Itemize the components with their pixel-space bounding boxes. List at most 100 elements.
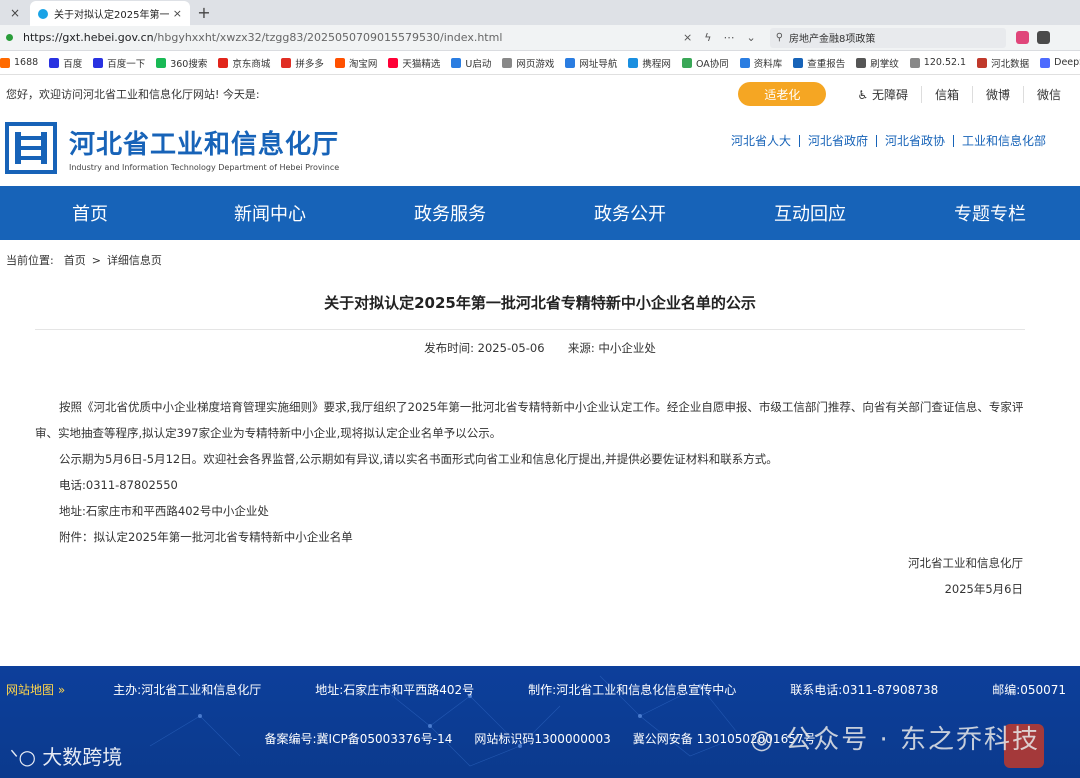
bookmark-item[interactable]: 刷掌纹	[856, 56, 899, 70]
watermark-right: ◎ 公众号 · 东之乔科技	[750, 719, 1040, 756]
tab-title: 关于对拟认定2025年第一批河	[54, 10, 169, 21]
footer-phone: 联系电话:0311-87908738	[790, 682, 939, 697]
bookmark-icon	[281, 57, 292, 68]
bookmark-label: DeepSe	[1054, 57, 1080, 68]
chevron-down-icon[interactable]: ⌄	[746, 31, 755, 44]
watermark-right-text: 公众号 · 东之乔科技	[785, 725, 1040, 755]
bookmark-item[interactable]: 百度	[49, 56, 82, 70]
bookmark-item[interactable]: 1688	[0, 57, 38, 68]
bookmark-item[interactable]: 拼多多	[281, 56, 324, 70]
site-topbar: 您好，欢迎访问河北省工业和信息化厅网站! 今天是: 适老化 ♿ 无障碍 信箱 微…	[0, 75, 1080, 113]
breadcrumb: 当前位置: 首页 > 详细信息页	[0, 240, 1080, 280]
sitemap-link[interactable]: 网站地图 »	[6, 681, 65, 698]
bookmark-icon	[681, 57, 692, 68]
bookmark-label: 刷掌纹	[870, 58, 899, 70]
site-name: 河北省工业和信息化厅	[69, 130, 340, 160]
nav-news[interactable]: 新闻中心	[180, 200, 360, 226]
address-actions: ⨯ ϟ ⋯ ⌄	[683, 31, 756, 44]
bookmark-item[interactable]: 查重报告	[793, 56, 845, 70]
bookmark-item[interactable]: 资料库	[739, 56, 783, 70]
footer-sponsor: 主办:河北省工业和信息化厅	[113, 682, 262, 697]
article-meta: 发布时间: 2025-05-06 来源: 中小企业处	[0, 340, 1080, 356]
mailbox-link[interactable]: 信箱	[920, 85, 972, 103]
bookmark-item[interactable]: 天猫精选	[388, 56, 440, 70]
more-icon[interactable]: ⋯	[723, 31, 734, 44]
bookmark-item[interactable]: U启动	[451, 56, 491, 70]
breadcrumb-home[interactable]: 首页	[64, 252, 86, 268]
browser-tabbar: × 关于对拟认定2025年第一批河 × +	[0, 0, 1080, 26]
bookmark-item[interactable]: 淘宝网	[334, 56, 377, 70]
contact-address: 地址:石家庄市和平西路402号中小企业处	[59, 504, 269, 518]
watermark-logo-icon: ᐠ○	[10, 745, 43, 769]
bookmark-item[interactable]: 河北数据	[977, 56, 1029, 70]
accessibility-link[interactable]: ♿ 无障碍	[844, 86, 921, 103]
partner-link[interactable]: 河北省人大	[723, 135, 799, 147]
url-path: /hbgyhxxht/xwzx32/tzgg83/202505070901557…	[153, 31, 503, 44]
extension-icons	[1015, 31, 1050, 44]
bookmark-icon	[856, 57, 867, 68]
weibo-link[interactable]: 微博	[971, 85, 1023, 103]
watermark-left-text: 大数跨境	[42, 745, 123, 769]
partner-links: 河北省人大 河北省政府 河北省政协 工业和信息化部	[723, 135, 1054, 147]
bookmark-label: 京东商城	[232, 58, 271, 70]
site-footer: 网站地图 » 主办:河北省工业和信息化厅 地址:石家庄市和平西路402号 制作:…	[0, 666, 1080, 778]
extension-icon[interactable]	[1036, 31, 1050, 44]
secure-icon	[6, 34, 13, 41]
bookmark-item[interactable]: DeepSe	[1040, 57, 1080, 68]
source-value: 中小企业处	[598, 341, 656, 355]
publish-label: 发布时间:	[424, 341, 475, 355]
breadcrumb-label: 当前位置:	[6, 254, 54, 267]
watermark-left: ᐠ○ 大数跨境	[10, 741, 122, 770]
bookmark-icon	[49, 57, 60, 68]
bookmark-icon	[977, 57, 988, 68]
breadcrumb-separator: >	[91, 253, 101, 267]
partner-link[interactable]: 河北省政协	[875, 135, 953, 147]
bookmark-item[interactable]: 携程网	[628, 56, 671, 70]
bookmark-item[interactable]: 120.52.1	[909, 57, 966, 68]
wechat-link[interactable]: 微信	[1022, 85, 1074, 103]
search-text: 房地产金融8项政策	[789, 34, 876, 45]
address-bar: https://gxt.hebei.gov.cn/hbgyhxxht/xwzx3…	[0, 25, 1080, 51]
bookmark-label: 拼多多	[295, 58, 324, 70]
bookmark-label: 资料库	[753, 58, 783, 70]
url-field[interactable]: https://gxt.hebei.gov.cn/hbgyhxxht/xwzx3…	[23, 31, 683, 44]
bookmark-item[interactable]: 网页游戏	[502, 56, 554, 70]
footer-icp[interactable]: 备案编号:冀ICP备05003376号-14	[265, 730, 453, 747]
bookmark-icon	[1040, 57, 1051, 68]
lightning-icon[interactable]: ϟ	[704, 31, 711, 44]
browser-tab-active[interactable]: 关于对拟认定2025年第一批河 ×	[30, 1, 190, 26]
nav-disclosure[interactable]: 政务公开	[540, 200, 720, 226]
bookmark-item[interactable]: 京东商城	[218, 56, 270, 70]
footer-row: 网站地图 » 主办:河北省工业和信息化厅 地址:石家庄市和平西路402号 制作:…	[0, 666, 1080, 712]
extension-icon[interactable]	[1015, 31, 1029, 44]
site-header: 河北省工业和信息化厅 Industry and Information Tech…	[0, 113, 1080, 183]
nav-home[interactable]: 首页	[0, 200, 180, 226]
elder-mode-button[interactable]: 适老化	[738, 82, 827, 106]
bookmark-item[interactable]: OA协同	[681, 56, 729, 70]
partner-link[interactable]: 河北省政府	[798, 135, 876, 147]
close-tab-icon[interactable]: ×	[173, 7, 182, 20]
bookmark-label: 1688	[14, 57, 39, 68]
bookmark-item[interactable]: 百度一下	[93, 56, 145, 70]
new-tab-button[interactable]: +	[190, 3, 218, 22]
article-paragraph: 公示期为5月6日-5月12日。欢迎社会各界监督,公示期如有异议,请以实名书面形式…	[59, 452, 778, 466]
bookmark-icon	[909, 57, 920, 68]
bookmark-item[interactable]: 网址导航	[565, 56, 617, 70]
attachment-link[interactable]: 附件：拟认定2025年第一批河北省专精特新中小企业名单	[35, 524, 1034, 550]
close-tab-icon[interactable]: ×	[0, 6, 30, 20]
nav-topics[interactable]: 专题专栏	[900, 200, 1080, 226]
nav-interaction[interactable]: 互动回应	[720, 200, 900, 226]
bookmark-label: 360搜索	[170, 58, 208, 70]
search-input[interactable]: ⚲ 房地产金融8项政策	[769, 27, 1006, 48]
welcome-text: 您好，欢迎访问河北省工业和信息化厅网站! 今天是:	[6, 88, 260, 101]
footer-producer: 制作:河北省工业和信息化信息宣传中心	[528, 682, 737, 697]
main-nav: 首页 新闻中心 政务服务 政务公开 互动回应 专题专栏	[0, 186, 1080, 240]
bookmark-item[interactable]: 360搜索	[156, 56, 207, 70]
bookmark-label: 河北数据	[991, 58, 1030, 70]
nav-services[interactable]: 政务服务	[360, 200, 540, 226]
logo-icon[interactable]	[5, 122, 57, 174]
translate-icon[interactable]: ⨯	[683, 31, 692, 44]
bookmark-label: 百度	[63, 58, 83, 70]
logo-text: 河北省工业和信息化厅 Industry and Information Tech…	[69, 124, 339, 172]
partner-link[interactable]: 工业和信息化部	[952, 135, 1054, 147]
